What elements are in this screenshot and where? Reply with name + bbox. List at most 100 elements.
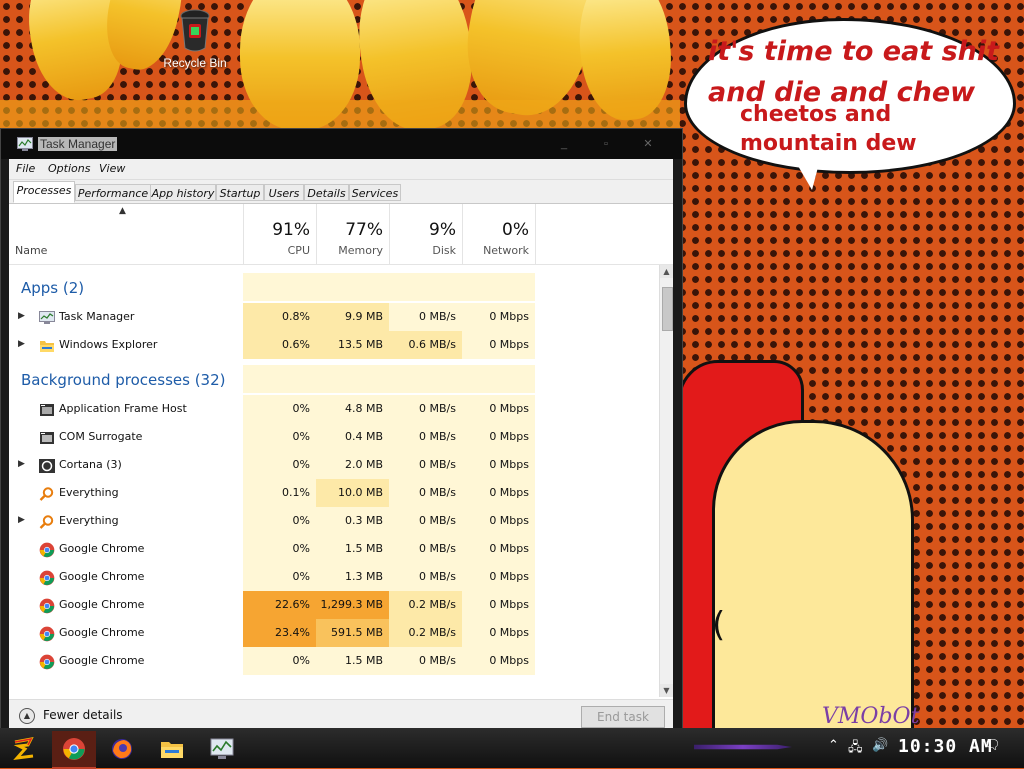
process-name: Google Chrome [59,570,145,583]
process-row[interactable]: Application Frame Host 0% 4.8 MB 0 MB/s 0 Mb… [9,395,659,423]
disk-percent[interactable]: 9% [389,220,456,240]
process-disk-value: 0 MB/s [389,479,462,507]
process-row[interactable]: Google Chrome 23.4% 591.5 MB 0.2 MB/s 0 Mbps [9,619,659,647]
fewer-details-link[interactable]: Fewer details [43,708,123,722]
process-network-value: 0 Mbps [462,535,535,563]
process-name: Google Chrome [59,542,145,555]
heat-cell [462,365,535,393]
tab-users[interactable]: Users [264,184,304,201]
tab-startup[interactable]: Startup [216,184,264,201]
column-header: ▲ Name 91% CPU 77% Memory 9% Disk 0% Net… [9,204,673,265]
group-background-processes[interactable]: Background processes (32) [9,365,659,393]
tab-app-history[interactable]: App history [150,184,216,201]
process-memory-value: 10.0 MB [316,479,389,507]
process-row[interactable]: Google Chrome 0% 1.5 MB 0 MB/s 0 Mbps [9,535,659,563]
tab-details[interactable]: Details [304,184,349,201]
taskbar: ⌃ 🖧 🔊 10:30 AM 🗨 [0,728,1024,769]
column-disk[interactable]: Disk [389,244,456,257]
process-name: Cortana (3) [59,458,122,471]
taskbar-chrome[interactable] [52,731,96,769]
taskbar-file-explorer[interactable] [150,731,194,767]
recycle-bin-label: Recycle Bin [163,56,227,70]
expand-chevron-icon[interactable]: ▶ [18,515,25,525]
taskbar-firefox[interactable] [100,731,144,767]
cpu-percent[interactable]: 91% [243,220,310,240]
process-cpu-value: 22.6% [243,591,316,619]
memory-percent[interactable]: 77% [316,220,383,240]
process-network-value: 0 Mbps [462,619,535,647]
chrome-icon [39,598,55,614]
process-row[interactable]: ▶ Everything 0% 0.3 MB 0 MB/s 0 Mbps [9,507,659,535]
taskbar-task-manager[interactable] [200,731,244,767]
expand-chevron-icon[interactable]: ▶ [18,311,25,321]
column-cpu[interactable]: CPU [243,244,310,257]
column-name[interactable]: Name [15,244,47,257]
chrome-icon [39,626,55,642]
process-memory-value: 9.9 MB [316,303,389,331]
menu-view[interactable]: View [99,162,125,175]
network-icon[interactable]: 🖧 [848,738,863,760]
heat-cell [389,365,462,393]
window-title: Task Manager [38,137,118,151]
end-task-button[interactable]: End task [581,706,665,728]
bubble-line-1: it's time to eat shit [708,36,1000,67]
process-table: Apps (2) ▶ Task Manager 0.8% 9.9 MB 0 MB/s 0 M… [9,265,659,697]
expand-chevron-icon[interactable]: ▶ [18,339,25,349]
footer-bar: ▲ Fewer details End task [9,699,673,730]
process-row[interactable]: ▶ Task Manager 0.8% 9.9 MB 0 MB/s 0 Mbps [9,303,659,331]
tab-performance[interactable]: Performance [75,184,151,201]
heat-cell [389,273,462,301]
expand-chevron-icon[interactable]: ▶ [18,459,25,469]
maximize-button[interactable]: ▫ [591,135,621,153]
chrome-icon [39,542,55,558]
process-cpu-value: 0% [243,395,316,423]
process-row[interactable]: ▶ Windows Explorer 0.6% 13.5 MB 0.6 MB/s 0 Mb… [9,331,659,359]
process-network-value: 0 Mbps [462,591,535,619]
process-name: Application Frame Host [59,402,187,415]
scroll-down-icon[interactable]: ▼ [660,684,673,697]
process-memory-value: 591.5 MB [316,619,389,647]
network-percent[interactable]: 0% [462,220,529,240]
process-row[interactable]: Google Chrome 22.6% 1,299.3 MB 0.2 MB/s 0 Mb… [9,591,659,619]
process-row[interactable]: Google Chrome 0% 1.5 MB 0 MB/s 0 Mbps [9,647,659,675]
tab-processes[interactable]: Processes [13,181,75,203]
process-name: Google Chrome [59,626,145,639]
process-cpu-value: 0% [243,563,316,591]
chevron-up-icon[interactable]: ⌃ [828,738,839,753]
chevron-up-icon[interactable]: ▲ [19,708,35,724]
taskbar-clock[interactable]: 10:30 AM [898,736,993,757]
scroll-up-icon[interactable]: ▲ [660,265,673,278]
menu-options[interactable]: Options [48,162,90,175]
desktop-icon-recycle-bin[interactable]: Recycle Bin [160,8,230,70]
column-memory[interactable]: Memory [316,244,383,257]
sort-arrow-icon: ▲ [119,206,126,216]
process-name: Windows Explorer [59,338,158,351]
process-cpu-value: 0.8% [243,303,316,331]
process-row[interactable]: Everything 0.1% 10.0 MB 0 MB/s 0 Mbps [9,479,659,507]
close-button[interactable]: ✕ [633,135,663,153]
notification-icon[interactable]: 🗨 [984,738,1001,753]
process-name: Google Chrome [59,654,145,667]
column-network[interactable]: Network [462,244,529,257]
process-name: COM Surrogate [59,430,143,443]
menu-file[interactable]: File [16,162,35,175]
scroll-thumb[interactable] [662,287,673,331]
vertical-scrollbar[interactable]: ▲ ▼ [659,265,673,697]
title-bar[interactable]: Task Manager _ ▫ ✕ [1,129,682,159]
minimize-button[interactable]: _ [549,135,579,153]
process-network-value: 0 Mbps [462,303,535,331]
app-frame-icon [39,402,55,416]
process-row[interactable]: Google Chrome 0% 1.3 MB 0 MB/s 0 Mbps [9,563,659,591]
process-cpu-value: 23.4% [243,619,316,647]
process-row[interactable]: ▶ Cortana (3) 0% 2.0 MB 0 MB/s 0 Mbps [9,451,659,479]
process-disk-value: 0 MB/s [389,563,462,591]
process-network-value: 0 Mbps [462,563,535,591]
process-network-value: 0 Mbps [462,479,535,507]
group-apps[interactable]: Apps (2) [9,273,659,301]
start-button[interactable] [2,731,46,767]
process-row[interactable]: COM Surrogate 0% 0.4 MB 0 MB/s 0 Mbps [9,423,659,451]
process-disk-value: 0.2 MB/s [389,591,462,619]
start-icon [13,736,34,760]
volume-icon[interactable]: 🔊 [872,738,888,753]
tab-services[interactable]: Services [349,184,401,201]
